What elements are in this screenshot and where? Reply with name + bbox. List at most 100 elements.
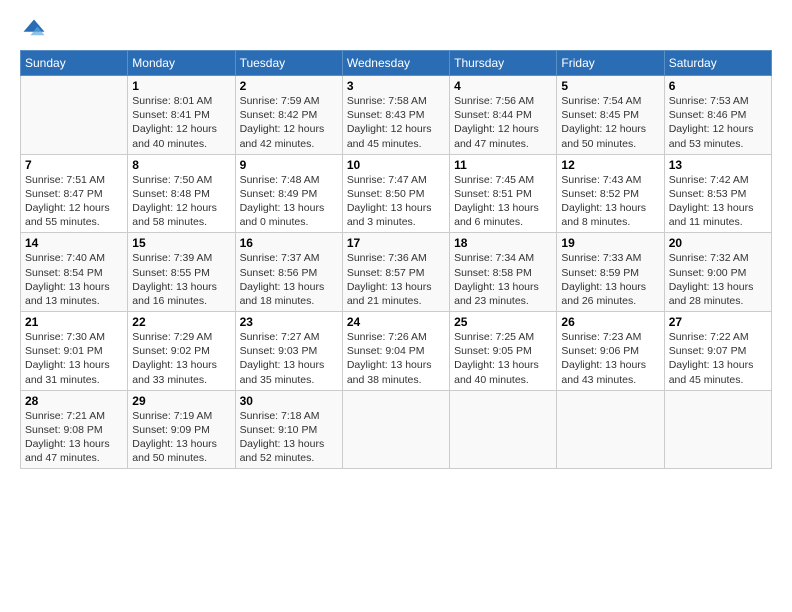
header-cell-wednesday: Wednesday xyxy=(342,51,449,76)
header xyxy=(20,16,772,44)
day-info: Sunrise: 7:26 AMSunset: 9:04 PMDaylight:… xyxy=(347,330,445,387)
day-number: 8 xyxy=(132,158,230,172)
day-info: Sunrise: 7:50 AMSunset: 8:48 PMDaylight:… xyxy=(132,173,230,230)
calendar-cell: 11Sunrise: 7:45 AMSunset: 8:51 PMDayligh… xyxy=(450,154,557,233)
day-number: 10 xyxy=(347,158,445,172)
day-number: 1 xyxy=(132,79,230,93)
calendar-cell xyxy=(450,390,557,469)
week-row-3: 21Sunrise: 7:30 AMSunset: 9:01 PMDayligh… xyxy=(21,312,772,391)
calendar-cell: 4Sunrise: 7:56 AMSunset: 8:44 PMDaylight… xyxy=(450,76,557,155)
day-number: 30 xyxy=(240,394,338,408)
calendar-cell: 30Sunrise: 7:18 AMSunset: 9:10 PMDayligh… xyxy=(235,390,342,469)
header-cell-thursday: Thursday xyxy=(450,51,557,76)
logo xyxy=(20,16,52,44)
calendar-cell xyxy=(342,390,449,469)
day-info: Sunrise: 7:39 AMSunset: 8:55 PMDaylight:… xyxy=(132,251,230,308)
day-number: 15 xyxy=(132,236,230,250)
day-info: Sunrise: 7:29 AMSunset: 9:02 PMDaylight:… xyxy=(132,330,230,387)
day-number: 5 xyxy=(561,79,659,93)
day-number: 14 xyxy=(25,236,123,250)
day-number: 28 xyxy=(25,394,123,408)
calendar-cell: 21Sunrise: 7:30 AMSunset: 9:01 PMDayligh… xyxy=(21,312,128,391)
calendar-cell: 22Sunrise: 7:29 AMSunset: 9:02 PMDayligh… xyxy=(128,312,235,391)
day-number: 2 xyxy=(240,79,338,93)
calendar-cell: 25Sunrise: 7:25 AMSunset: 9:05 PMDayligh… xyxy=(450,312,557,391)
day-info: Sunrise: 7:58 AMSunset: 8:43 PMDaylight:… xyxy=(347,94,445,151)
day-number: 16 xyxy=(240,236,338,250)
header-cell-friday: Friday xyxy=(557,51,664,76)
day-info: Sunrise: 7:33 AMSunset: 8:59 PMDaylight:… xyxy=(561,251,659,308)
day-number: 9 xyxy=(240,158,338,172)
week-row-4: 28Sunrise: 7:21 AMSunset: 9:08 PMDayligh… xyxy=(21,390,772,469)
calendar-table: SundayMondayTuesdayWednesdayThursdayFrid… xyxy=(20,50,772,469)
day-info: Sunrise: 7:40 AMSunset: 8:54 PMDaylight:… xyxy=(25,251,123,308)
day-number: 22 xyxy=(132,315,230,329)
day-info: Sunrise: 7:22 AMSunset: 9:07 PMDaylight:… xyxy=(669,330,767,387)
calendar-cell: 24Sunrise: 7:26 AMSunset: 9:04 PMDayligh… xyxy=(342,312,449,391)
calendar-cell: 19Sunrise: 7:33 AMSunset: 8:59 PMDayligh… xyxy=(557,233,664,312)
day-info: Sunrise: 7:37 AMSunset: 8:56 PMDaylight:… xyxy=(240,251,338,308)
day-info: Sunrise: 7:23 AMSunset: 9:06 PMDaylight:… xyxy=(561,330,659,387)
day-info: Sunrise: 7:19 AMSunset: 9:09 PMDaylight:… xyxy=(132,409,230,466)
day-info: Sunrise: 8:01 AMSunset: 8:41 PMDaylight:… xyxy=(132,94,230,151)
day-info: Sunrise: 7:51 AMSunset: 8:47 PMDaylight:… xyxy=(25,173,123,230)
calendar-cell: 15Sunrise: 7:39 AMSunset: 8:55 PMDayligh… xyxy=(128,233,235,312)
day-number: 4 xyxy=(454,79,552,93)
header-cell-saturday: Saturday xyxy=(664,51,771,76)
calendar-cell: 2Sunrise: 7:59 AMSunset: 8:42 PMDaylight… xyxy=(235,76,342,155)
logo-icon xyxy=(20,16,48,44)
calendar-cell: 7Sunrise: 7:51 AMSunset: 8:47 PMDaylight… xyxy=(21,154,128,233)
day-number: 26 xyxy=(561,315,659,329)
day-number: 24 xyxy=(347,315,445,329)
calendar-cell: 20Sunrise: 7:32 AMSunset: 9:00 PMDayligh… xyxy=(664,233,771,312)
week-row-0: 1Sunrise: 8:01 AMSunset: 8:41 PMDaylight… xyxy=(21,76,772,155)
calendar-cell: 3Sunrise: 7:58 AMSunset: 8:43 PMDaylight… xyxy=(342,76,449,155)
calendar-cell: 13Sunrise: 7:42 AMSunset: 8:53 PMDayligh… xyxy=(664,154,771,233)
calendar-cell: 8Sunrise: 7:50 AMSunset: 8:48 PMDaylight… xyxy=(128,154,235,233)
day-number: 23 xyxy=(240,315,338,329)
calendar-body: 1Sunrise: 8:01 AMSunset: 8:41 PMDaylight… xyxy=(21,76,772,469)
day-number: 11 xyxy=(454,158,552,172)
calendar-cell: 26Sunrise: 7:23 AMSunset: 9:06 PMDayligh… xyxy=(557,312,664,391)
day-info: Sunrise: 7:25 AMSunset: 9:05 PMDaylight:… xyxy=(454,330,552,387)
header-cell-monday: Monday xyxy=(128,51,235,76)
day-info: Sunrise: 7:27 AMSunset: 9:03 PMDaylight:… xyxy=(240,330,338,387)
calendar-header: SundayMondayTuesdayWednesdayThursdayFrid… xyxy=(21,51,772,76)
day-number: 21 xyxy=(25,315,123,329)
calendar-cell: 28Sunrise: 7:21 AMSunset: 9:08 PMDayligh… xyxy=(21,390,128,469)
calendar-cell: 18Sunrise: 7:34 AMSunset: 8:58 PMDayligh… xyxy=(450,233,557,312)
day-number: 17 xyxy=(347,236,445,250)
day-number: 13 xyxy=(669,158,767,172)
calendar-cell: 1Sunrise: 8:01 AMSunset: 8:41 PMDaylight… xyxy=(128,76,235,155)
calendar-cell: 23Sunrise: 7:27 AMSunset: 9:03 PMDayligh… xyxy=(235,312,342,391)
day-info: Sunrise: 7:59 AMSunset: 8:42 PMDaylight:… xyxy=(240,94,338,151)
calendar-cell: 5Sunrise: 7:54 AMSunset: 8:45 PMDaylight… xyxy=(557,76,664,155)
header-cell-sunday: Sunday xyxy=(21,51,128,76)
day-number: 7 xyxy=(25,158,123,172)
calendar-cell: 17Sunrise: 7:36 AMSunset: 8:57 PMDayligh… xyxy=(342,233,449,312)
day-info: Sunrise: 7:47 AMSunset: 8:50 PMDaylight:… xyxy=(347,173,445,230)
page-container: SundayMondayTuesdayWednesdayThursdayFrid… xyxy=(0,0,792,479)
calendar-cell: 9Sunrise: 7:48 AMSunset: 8:49 PMDaylight… xyxy=(235,154,342,233)
calendar-cell xyxy=(664,390,771,469)
day-info: Sunrise: 7:53 AMSunset: 8:46 PMDaylight:… xyxy=(669,94,767,151)
calendar-cell xyxy=(557,390,664,469)
day-number: 19 xyxy=(561,236,659,250)
day-info: Sunrise: 7:34 AMSunset: 8:58 PMDaylight:… xyxy=(454,251,552,308)
calendar-cell xyxy=(21,76,128,155)
day-info: Sunrise: 7:54 AMSunset: 8:45 PMDaylight:… xyxy=(561,94,659,151)
week-row-2: 14Sunrise: 7:40 AMSunset: 8:54 PMDayligh… xyxy=(21,233,772,312)
day-info: Sunrise: 7:36 AMSunset: 8:57 PMDaylight:… xyxy=(347,251,445,308)
day-number: 12 xyxy=(561,158,659,172)
day-info: Sunrise: 7:30 AMSunset: 9:01 PMDaylight:… xyxy=(25,330,123,387)
day-info: Sunrise: 7:45 AMSunset: 8:51 PMDaylight:… xyxy=(454,173,552,230)
day-number: 6 xyxy=(669,79,767,93)
day-info: Sunrise: 7:18 AMSunset: 9:10 PMDaylight:… xyxy=(240,409,338,466)
day-info: Sunrise: 7:32 AMSunset: 9:00 PMDaylight:… xyxy=(669,251,767,308)
calendar-cell: 12Sunrise: 7:43 AMSunset: 8:52 PMDayligh… xyxy=(557,154,664,233)
day-info: Sunrise: 7:42 AMSunset: 8:53 PMDaylight:… xyxy=(669,173,767,230)
calendar-cell: 27Sunrise: 7:22 AMSunset: 9:07 PMDayligh… xyxy=(664,312,771,391)
header-row: SundayMondayTuesdayWednesdayThursdayFrid… xyxy=(21,51,772,76)
day-number: 18 xyxy=(454,236,552,250)
calendar-cell: 10Sunrise: 7:47 AMSunset: 8:50 PMDayligh… xyxy=(342,154,449,233)
